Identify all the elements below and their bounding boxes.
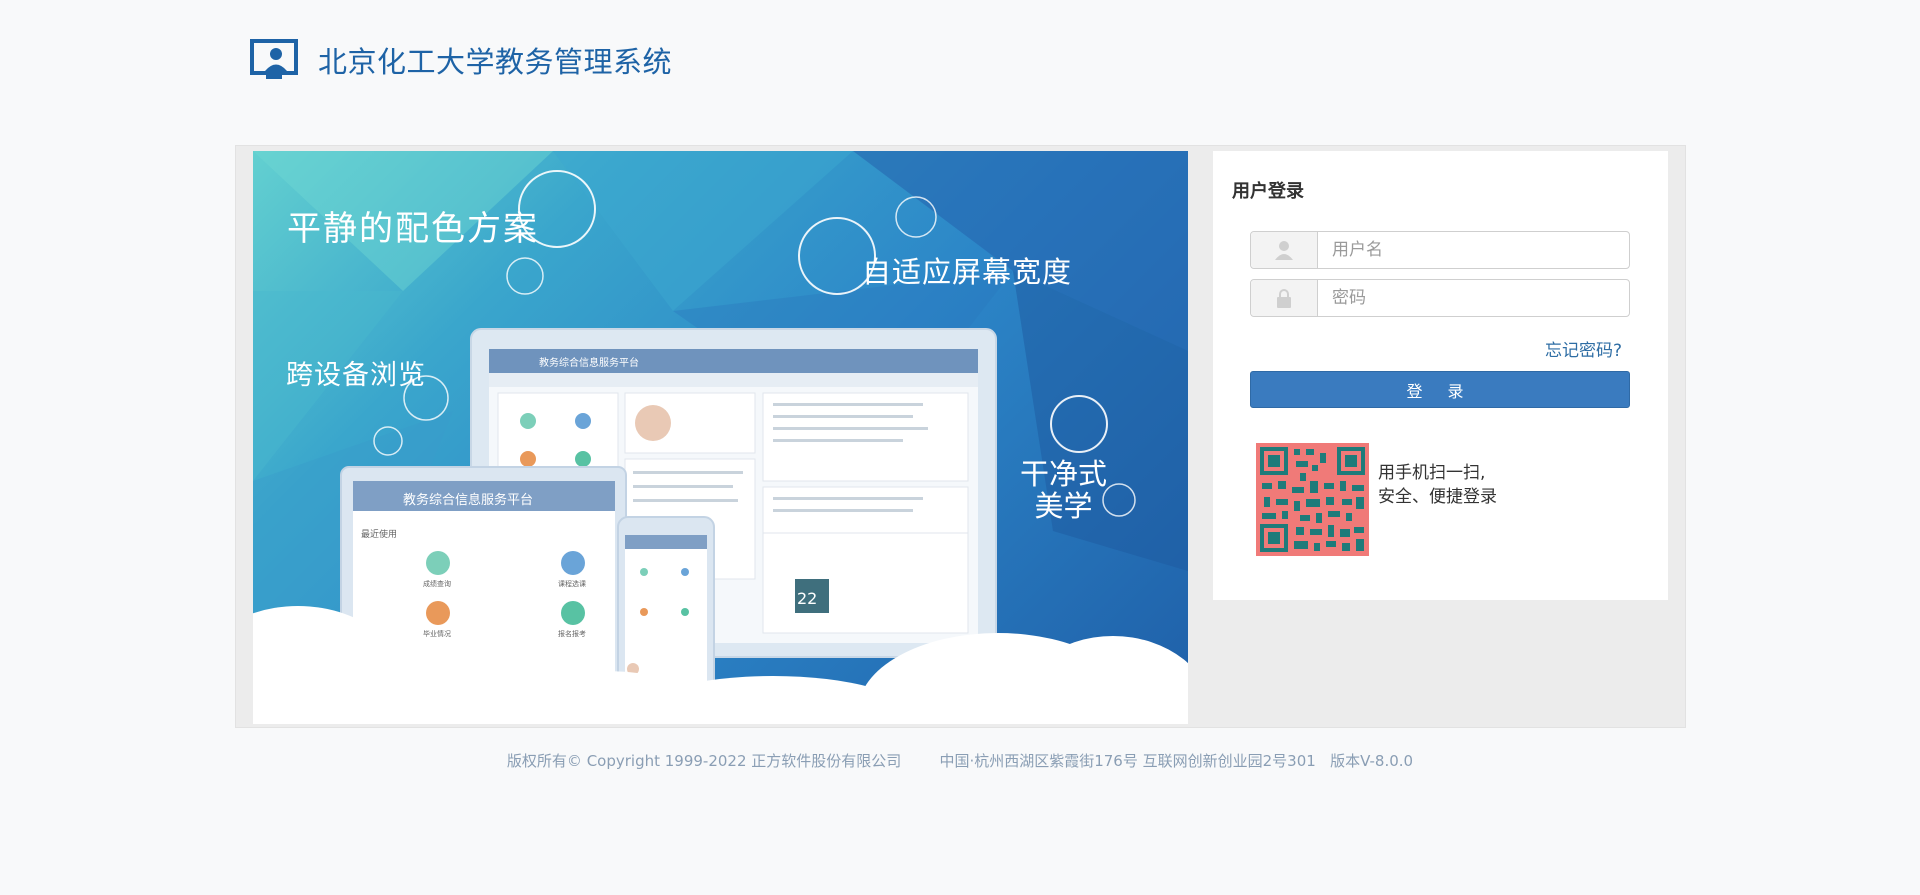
qr-caption: 用手机扫一扫, 安全、便捷登录 (1378, 461, 1497, 509)
footer: 版权所有© Copyright 1999-2022 正方软件股份有限公司 中国·… (0, 750, 1920, 771)
mock-app-label: 课程选课 (558, 580, 586, 588)
banner-text-adaptive: 自适应屏幕宽度 (862, 255, 1073, 289)
mock-tablet-section: 最近使用 (361, 530, 398, 540)
promo-banner: 平静的配色方案 自适应屏幕宽度 跨设备浏览 干净式 美学 教务综合信息服务平台 … (253, 151, 1188, 724)
forgot-password-link[interactable]: 忘记密码? (1545, 336, 1622, 361)
password-field (1250, 279, 1630, 317)
banner-text-cross-device: 跨设备浏览 (286, 360, 426, 391)
footer-version: 版本V-8.0.0 (1330, 752, 1414, 770)
username-field (1250, 231, 1630, 269)
password-input[interactable] (1318, 280, 1629, 316)
footer-address: 中国·杭州西湖区紫霞街176号 互联网创新创业园2号301 (939, 752, 1316, 770)
mock-tablet-header: 教务综合信息服务平台 (403, 493, 534, 508)
banner-text-palette: 平静的配色方案 (287, 209, 539, 249)
login-panel: 用户登录 忘记密码? 登 录 (1213, 151, 1668, 600)
qr-caption-line1: 用手机扫一扫, (1378, 463, 1486, 483)
site-title: 北京化工大学教务管理系统 (318, 45, 673, 79)
login-button[interactable]: 登 录 (1250, 371, 1630, 408)
lock-icon (1251, 280, 1318, 316)
banner-text-clean: 干净式 美学 (1020, 458, 1107, 522)
monitor-user-icon (250, 39, 298, 79)
mock-app-label: 毕业情况 (423, 630, 451, 638)
mock-calendar-day: 22 (797, 589, 818, 608)
qr-code-icon (1256, 443, 1369, 556)
mock-app-label: 报名报考 (558, 630, 586, 638)
username-input[interactable] (1318, 232, 1629, 268)
user-icon (1251, 232, 1318, 268)
login-title: 用户登录 (1232, 181, 1304, 202)
footer-copyright: 版权所有© Copyright 1999-2022 正方软件股份有限公司 (506, 752, 902, 770)
mock-app-label: 成绩查询 (423, 580, 451, 588)
header: 北京化工大学教务管理系统 (250, 38, 672, 82)
mock-desktop-header: 教务综合信息服务平台 (539, 358, 639, 369)
banner-text-clean-line1: 干净式 (1020, 457, 1108, 491)
banner-text-clean-line2: 美学 (1034, 489, 1093, 523)
qr-caption-line2: 安全、便捷登录 (1378, 487, 1497, 507)
